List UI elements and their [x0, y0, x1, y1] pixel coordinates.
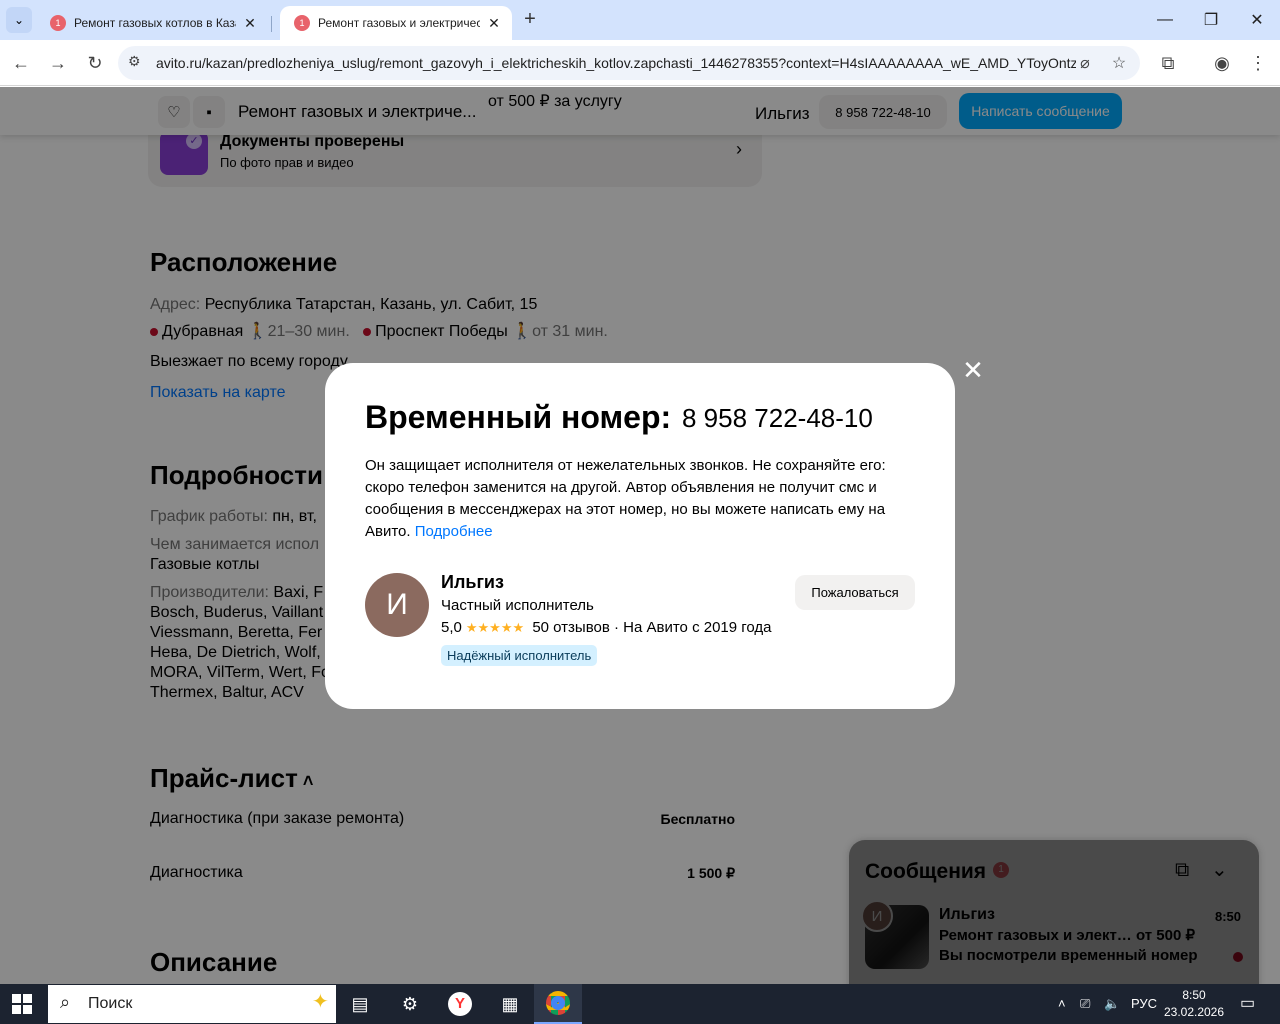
menu-kebab-icon[interactable]: ⋮ [1243, 48, 1273, 78]
modal-close-icon[interactable]: ✕ [962, 357, 984, 383]
new-tab-plus-icon[interactable]: + [518, 8, 542, 32]
reviews-count[interactable]: 50 отзывов [532, 619, 610, 636]
rating-value: 5,0 [441, 619, 462, 636]
rating-stars-icon: ★★★★★ [465, 620, 525, 635]
more-link[interactable]: Подробнее [415, 523, 493, 540]
location-off-icon[interactable]: ⌀ [1074, 52, 1096, 74]
task-view-icon[interactable]: ▤ [336, 984, 384, 1024]
report-button[interactable]: Пожаловаться [795, 575, 915, 610]
minimize-icon[interactable]: — [1142, 0, 1188, 40]
url-text[interactable]: avito.ru/kazan/predlozheniya_uslug/remon… [156, 55, 1076, 71]
messenger-dim [849, 840, 1259, 984]
notifications-icon[interactable]: ▭ [1240, 993, 1255, 1013]
tab-close-icon[interactable]: ✕ [242, 15, 258, 32]
forward-arrow-icon[interactable]: → [43, 48, 73, 78]
windows-taskbar: ⌕ Поиск ✦ ▤ ⚙ Y ▦ ˄ ⎚ 🔈 РУС 8:50 23.02.2… [0, 984, 1280, 1024]
tray-chevron-up-icon[interactable]: ˄ [1058, 996, 1066, 1011]
member-since: · На Авито с 2019 года [614, 619, 772, 636]
volume-icon[interactable]: 🔈 [1104, 996, 1120, 1012]
avito-page: ✓ Документы проверены По фото прав и вид… [0, 87, 1280, 984]
taskbar-search[interactable]: ⌕ Поиск ✦ [48, 985, 336, 1023]
clock-date: 23.02.2026 [1163, 1005, 1225, 1019]
tab-title: Ремонт газовых котлов в Каза [74, 16, 236, 30]
chrome-icon[interactable] [534, 984, 582, 1024]
network-icon[interactable]: ⎚ [1080, 996, 1090, 1012]
windows-start-icon[interactable] [12, 994, 32, 1014]
back-arrow-icon[interactable]: ← [6, 48, 36, 78]
reload-icon[interactable]: ↻ [80, 48, 110, 78]
copilot-sparkle-icon: ✦ [312, 991, 329, 1013]
avito-favicon-icon: 1 [50, 15, 66, 31]
modal-description: Он защищает исполнителя от нежелательных… [365, 455, 925, 543]
search-label: Поиск [88, 995, 133, 1012]
profile-icon[interactable]: ◉ [1207, 48, 1237, 78]
yandex-browser-icon[interactable]: Y [436, 984, 484, 1024]
site-settings-icon[interactable]: ⚙ [128, 53, 141, 70]
bookmark-star-icon[interactable]: ☆ [1108, 52, 1130, 74]
tab-search-chevron-icon[interactable]: ⌄ [6, 7, 32, 33]
tab-remont-gazovyh[interactable]: 1 Ремонт газовых и электричеc ✕ [280, 6, 512, 40]
temporary-number-modal: Временный номер: 8 958 722-48-10 Он защи… [325, 363, 955, 709]
tab-remont-kotlov[interactable]: 1 Ремонт газовых котлов в Каза ✕ [36, 6, 272, 40]
search-icon: ⌕ [60, 992, 71, 1012]
restore-icon[interactable]: ❐ [1188, 0, 1234, 40]
settings-gear-icon[interactable]: ⚙ [386, 984, 434, 1024]
browser-tabstrip: ⌄ 1 Ремонт газовых котлов в Каза ✕ 1 Рем… [0, 0, 1280, 40]
app-grid-icon[interactable]: ▦ [486, 984, 534, 1024]
window-close-icon[interactable]: ✕ [1234, 0, 1280, 40]
tab-title: Ремонт газовых и электричеc [318, 16, 480, 30]
temporary-phone[interactable]: 8 958 722-48-10 [682, 403, 873, 434]
clock-time: 8:50 [1182, 988, 1206, 1002]
avito-favicon-icon: 1 [294, 15, 310, 31]
seller-rating-line: 5,0 ★★★★★ 50 отзывов · На Авито с 2019 го… [441, 619, 772, 636]
seller-role: Частный исполнитель [441, 597, 594, 614]
tab-close-icon[interactable]: ✕ [486, 15, 502, 32]
extensions-icon[interactable]: ⧉ [1153, 48, 1183, 78]
seller-avatar[interactable]: И [365, 573, 429, 637]
seller-name[interactable]: Ильгиз [441, 572, 504, 593]
taskbar-clock[interactable]: 8:50 23.02.2026 [1160, 987, 1228, 1021]
language-indicator[interactable]: РУС [1131, 996, 1157, 1011]
modal-title: Временный номер: [365, 399, 672, 435]
browser-toolbar: ← → ↻ ⚙ avito.ru/kazan/predlozheniya_usl… [0, 40, 1280, 86]
reliable-badge: Надёжный исполнитель [441, 645, 598, 666]
address-bar[interactable]: ⚙ avito.ru/kazan/predlozheniya_uslug/rem… [118, 46, 1140, 80]
